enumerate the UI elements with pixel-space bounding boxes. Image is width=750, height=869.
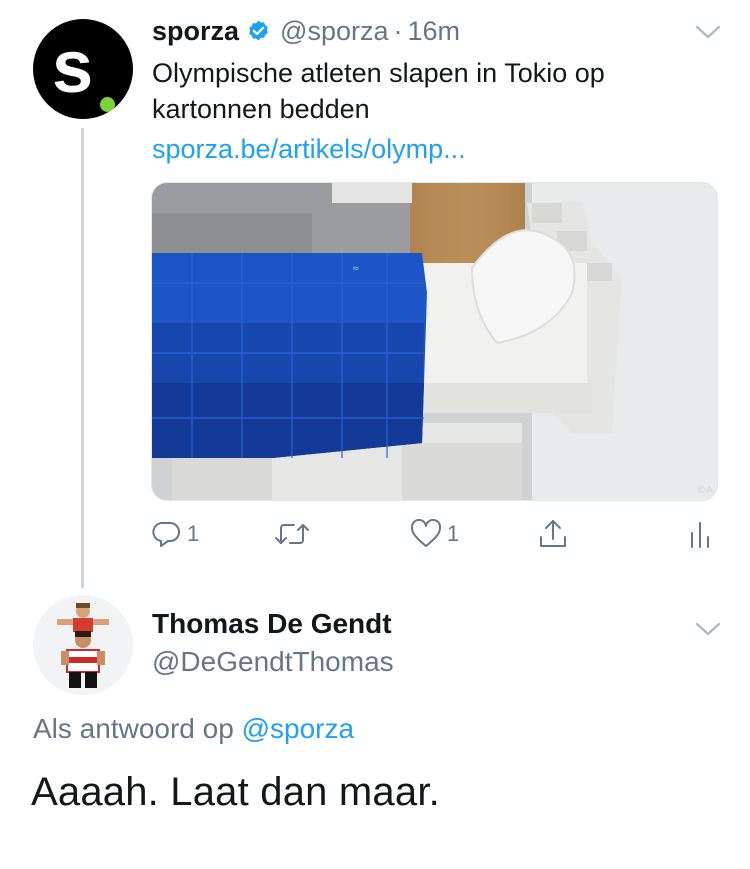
heart-icon (410, 519, 442, 547)
reply-prefix: Als antwoord op (33, 713, 234, 744)
reply-author-name[interactable]: Thomas De Gendt (152, 608, 392, 640)
author-name[interactable]: sporza (152, 16, 239, 47)
verified-badge-icon (249, 20, 268, 40)
reply-text: Aaaah. Laat dan maar. (31, 770, 440, 814)
tweet-text: Olympische atleten slapen in Tokio op ka… (152, 58, 605, 124)
analytics-icon (691, 522, 709, 548)
chevron-down-icon[interactable] (695, 621, 721, 637)
author-handle[interactable]: @sporza (280, 16, 388, 47)
media-credit: ©A (696, 485, 713, 496)
tweet-sporza[interactable]: s sporza @sporza · 16m Olympische atlete… (0, 0, 750, 590)
like-count: 1 (447, 521, 460, 546)
tweet-header: sporza @sporza · 16m (152, 14, 460, 48)
logo-green-dot (100, 97, 115, 112)
reply-button[interactable]: 1 (152, 512, 199, 556)
reply-context: Als antwoord op @sporza (33, 713, 354, 745)
avatar-logo-letter: s (52, 25, 94, 108)
avatar[interactable]: s (33, 19, 133, 119)
timestamp[interactable]: 16m (407, 16, 460, 47)
analytics-button[interactable] (688, 512, 712, 556)
reply-author-handle[interactable]: @DeGendtThomas (152, 646, 394, 678)
svg-text:≈: ≈ (352, 264, 360, 274)
like-button[interactable]: 1 (410, 512, 459, 556)
reply-icon (152, 521, 180, 547)
retweet-icon (275, 524, 309, 544)
avatar-photo (33, 595, 133, 695)
reply-mention-link[interactable]: @sporza (242, 713, 354, 744)
tweet-actions: 1 1 (0, 512, 750, 562)
share-icon (540, 520, 566, 547)
reply-count: 1 (187, 521, 200, 546)
retweet-button[interactable] (272, 512, 312, 556)
tweet-media-image[interactable]: ≈ ©A (151, 182, 718, 501)
cardboard-bed-photo: ≈ (152, 183, 717, 500)
header-separator: · (393, 15, 403, 46)
share-button[interactable] (537, 512, 569, 556)
tweet-link[interactable]: sporza.be/artikels/olymp... (152, 134, 466, 165)
chevron-down-icon[interactable] (695, 24, 721, 40)
avatar[interactable] (33, 595, 133, 695)
